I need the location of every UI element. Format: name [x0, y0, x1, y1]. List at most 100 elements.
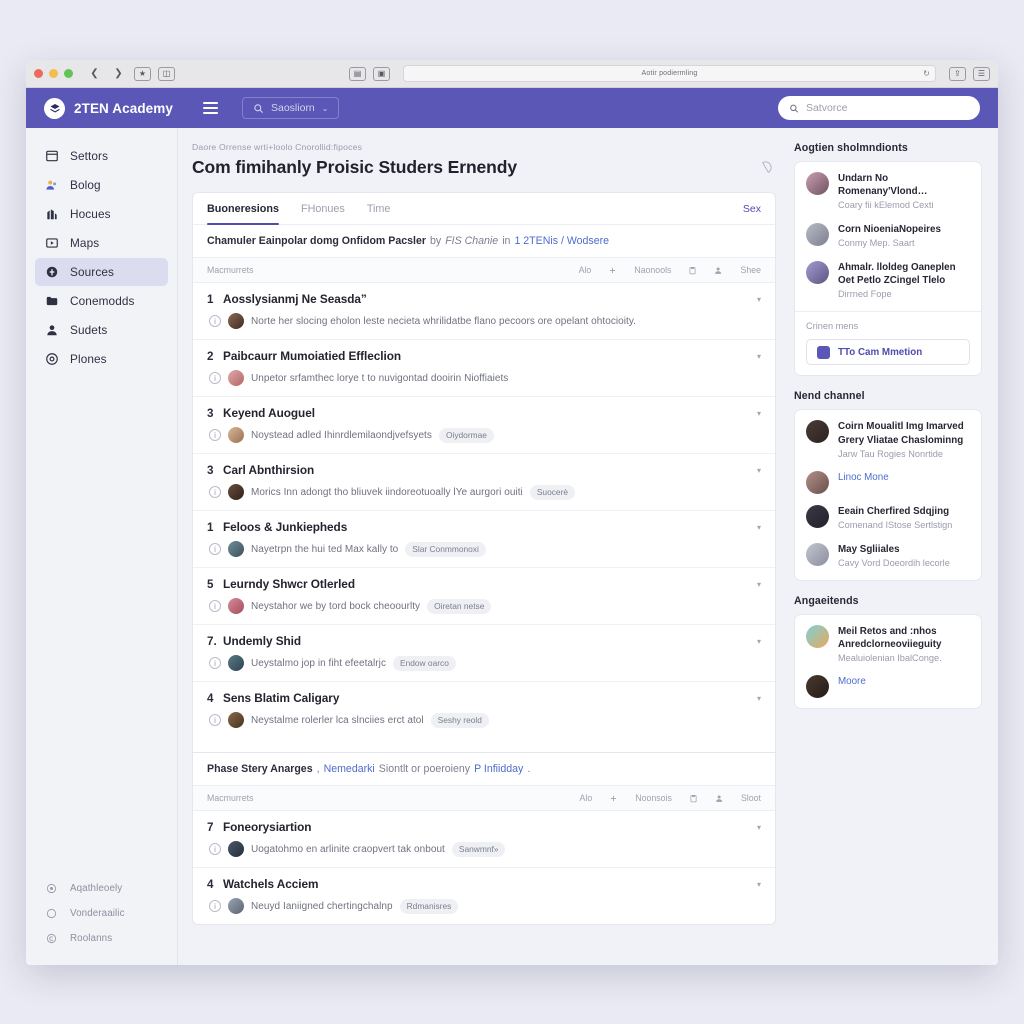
section-link-b[interactable]: P Infiidday	[474, 763, 523, 775]
plus-icon[interactable]	[608, 266, 617, 275]
forward-icon[interactable]: ❯	[110, 66, 127, 81]
section-link-a[interactable]: Nemedarki	[324, 763, 375, 775]
sidebar-toggle-icon[interactable]: ◫	[158, 66, 175, 81]
tab-overview-icon[interactable]: ▤	[349, 66, 366, 81]
list-item[interactable]: Linoc Mone	[806, 471, 970, 495]
sidebar-item-settors[interactable]: Settors	[35, 142, 168, 170]
table-row[interactable]: 7. Undemly Shid ▾ i Ueystalmo jop in fiht ef…	[193, 625, 775, 682]
row-title[interactable]: Watchels Acciem	[223, 877, 318, 891]
chevron-down-icon[interactable]: ▾	[751, 523, 761, 532]
global-search[interactable]	[778, 96, 980, 120]
sidebar-bottom-item-roolanns[interactable]: Roolanns	[35, 927, 168, 949]
section-link[interactable]: 1 2TENis / Wodsere	[514, 235, 609, 247]
list-item[interactable]: Eeain Cherfired Sdqjing Comenand IStose S…	[806, 505, 970, 532]
nav-search-dropdown[interactable]: Saosliorn ⌄	[242, 97, 340, 119]
list-item[interactable]: Meil Retos and :nhos Anredclorneoviiegui…	[806, 624, 970, 665]
plus-icon[interactable]	[609, 794, 618, 803]
clipboard-icon[interactable]	[689, 794, 698, 803]
column-header[interactable]: Naonools	[634, 265, 671, 275]
chevron-down-icon[interactable]: ▾	[751, 880, 761, 889]
row-title[interactable]: Feloos & Junkiepheds	[223, 520, 347, 534]
chevron-down-icon[interactable]: ▾	[751, 823, 761, 832]
list-item[interactable]: Corn NioeniaNopeires Conmy Mep. Saart	[806, 222, 970, 250]
column-header[interactable]: Noonsois	[635, 793, 672, 803]
chevron-down-icon[interactable]: ▾	[751, 637, 761, 646]
row-title[interactable]: Sens Blatim Caligary	[223, 691, 339, 705]
sidebar-item-hocues[interactable]: Hocues	[35, 200, 168, 228]
blob-outline-icon[interactable]	[754, 156, 776, 178]
row-title[interactable]: Leurndy Shwcr Otlerled	[223, 577, 355, 591]
table-row[interactable]: 4 Sens Blatim Caligary ▾ i Neystalme rolerle…	[193, 682, 775, 738]
table-row[interactable]: 7 Foneorysiartion ▾ i Uogatohmo en arlinite …	[193, 811, 775, 868]
sidebar-item-sudets[interactable]: Sudets	[35, 316, 168, 344]
info-icon[interactable]: i	[209, 600, 221, 612]
window-controls[interactable]	[34, 69, 73, 78]
menu-icon[interactable]: ☰	[973, 66, 990, 81]
person-add-icon[interactable]	[715, 794, 724, 803]
chevron-down-icon[interactable]: ▾	[751, 694, 761, 703]
info-icon[interactable]: i	[209, 900, 221, 912]
table-row[interactable]: 5 Leurndy Shwcr Otlerled ▾ i Neystahor we by…	[193, 568, 775, 625]
list-item[interactable]: May Sgliiales Cavy Vord Doeordih lecorle	[806, 542, 970, 570]
table-row[interactable]: 3 Keyend Auoguel ▾ i Noystead adled Ihinrdle…	[193, 397, 775, 454]
chevron-down-icon[interactable]: ▾	[751, 295, 761, 304]
bookmark-icon[interactable]: ★	[134, 66, 151, 81]
column-header[interactable]: Shee	[740, 265, 761, 275]
tab-buoneresions[interactable]: Buoneresions	[207, 193, 279, 225]
info-icon[interactable]: i	[209, 486, 221, 498]
list-item[interactable]: Ahmalr. lloldeg Oaneplen Oet Petlo ZCing…	[806, 260, 970, 301]
clipboard-icon[interactable]	[688, 266, 697, 275]
back-icon[interactable]: ❮	[86, 66, 103, 81]
list-item[interactable]: Coirn Moualitl Img Imarved Grery Vliatae…	[806, 420, 970, 460]
sidebar-bottom-item-aqathleoely[interactable]: Aqathleoely	[35, 877, 168, 899]
row-title[interactable]: Foneorysiartion	[223, 820, 311, 834]
save-icon[interactable]: ▣	[373, 66, 390, 81]
sidebar-item-conemodds[interactable]: Conemodds	[35, 287, 168, 315]
info-icon[interactable]: i	[209, 372, 221, 384]
column-header[interactable]: Sloot	[741, 793, 761, 803]
chevron-down-icon[interactable]: ▾	[751, 352, 761, 361]
list-item-link[interactable]: Linoc Mone	[838, 471, 889, 484]
list-item[interactable]: Moore	[806, 675, 970, 699]
row-title[interactable]: Undemly Shid	[223, 634, 301, 648]
info-icon[interactable]: i	[209, 657, 221, 669]
table-row[interactable]: 2 Paibcaurr Mumoiatied Effleclion ▾ i Unpeto…	[193, 340, 775, 397]
brand[interactable]: 2TEN Academy	[44, 97, 173, 119]
chevron-down-icon[interactable]: ▾	[751, 466, 761, 475]
info-icon[interactable]: i	[209, 714, 221, 726]
info-icon[interactable]: i	[209, 843, 221, 855]
search-input[interactable]	[805, 102, 969, 114]
column-header[interactable]: Alo	[580, 793, 593, 803]
sidebar-item-maps[interactable]: Maps	[35, 229, 168, 257]
row-title[interactable]: Aosslysianmj Ne Seasda”	[223, 292, 367, 306]
reload-icon[interactable]: ↻	[923, 69, 930, 78]
table-row[interactable]: 1 Aosslysianmj Ne Seasda” ▾ i Norte her sloc…	[193, 283, 775, 340]
table-row[interactable]: 1 Feloos & Junkiepheds ▾ i Nayetrpn the hui …	[193, 511, 775, 568]
tab-fhonues[interactable]: FHonues	[301, 193, 345, 225]
table-row[interactable]: 4 Watchels Acciem ▾ i Neuyd Ianiigned cherti…	[193, 868, 775, 924]
info-icon[interactable]: i	[209, 315, 221, 327]
chevron-down-icon[interactable]: ▾	[751, 580, 761, 589]
info-icon[interactable]: i	[209, 543, 221, 555]
close-window-button[interactable]	[34, 69, 43, 78]
chevron-down-icon[interactable]: ▾	[751, 409, 761, 418]
sidebar-item-plones[interactable]: Plones	[35, 345, 168, 373]
person-add-icon[interactable]	[714, 266, 723, 275]
sidebar-bottom-item-vonderaailic[interactable]: Vonderaailic	[35, 902, 168, 924]
rail-action-button[interactable]: TTo Cam Mmetion	[806, 339, 970, 366]
row-title[interactable]: Keyend Auoguel	[223, 406, 315, 420]
share-icon[interactable]: ⇪	[949, 66, 966, 81]
table-row[interactable]: 3 Carl Abnthirsion ▾ i Morics Inn adongt tho…	[193, 454, 775, 511]
address-bar[interactable]: Aotir podiermling ↻	[403, 65, 936, 82]
info-icon[interactable]: i	[209, 429, 221, 441]
row-title[interactable]: Paibcaurr Mumoiatied Effleclion	[223, 349, 401, 363]
hamburger-icon[interactable]	[203, 102, 218, 114]
row-title[interactable]: Carl Abnthirsion	[223, 463, 314, 477]
list-item-link[interactable]: Moore	[838, 675, 866, 688]
list-item[interactable]: Undarn No Romenany'Vlond… Coary fii kElem…	[806, 172, 970, 212]
column-header[interactable]: Alo	[579, 265, 592, 275]
maximize-window-button[interactable]	[64, 69, 73, 78]
sidebar-item-sources[interactable]: Sources	[35, 258, 168, 286]
tab-time[interactable]: Time	[367, 193, 391, 225]
sidebar-item-bolog[interactable]: Bolog	[35, 171, 168, 199]
